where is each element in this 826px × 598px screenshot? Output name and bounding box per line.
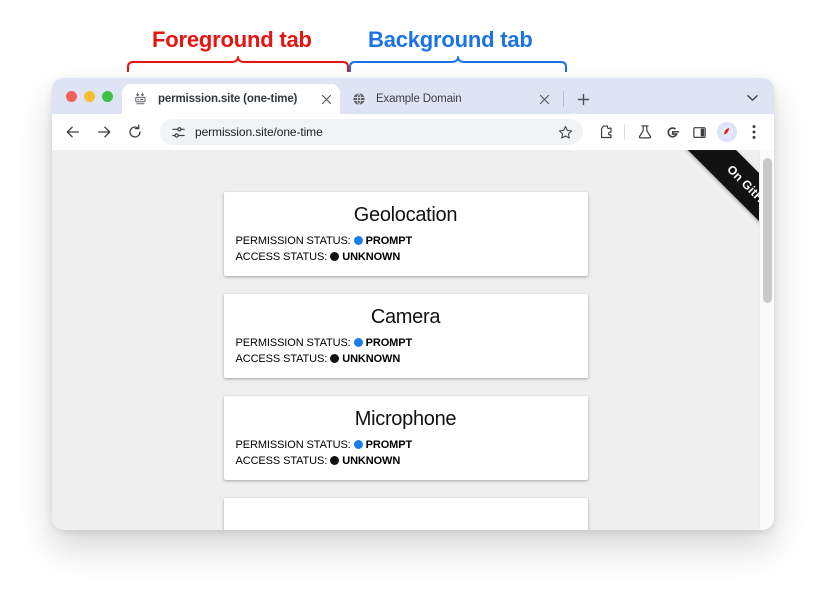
background-tab-brace xyxy=(348,56,568,72)
permission-status-row: PERMISSION STATUS: PROMPT xyxy=(236,337,576,349)
permission-status-row: PERMISSION STATUS: PROMPT xyxy=(236,235,576,247)
permission-status-dot-icon xyxy=(353,236,363,245)
access-status-value: UNKNOWN xyxy=(342,251,401,263)
globe-icon xyxy=(351,91,367,107)
permission-site-favicon-icon xyxy=(133,91,149,107)
bookmark-star-icon[interactable] xyxy=(556,123,574,141)
permission-card-list: Geolocation PERMISSION STATUS: PROMPT ACC… xyxy=(52,150,759,530)
reload-button[interactable] xyxy=(122,119,148,145)
page-scrollbar-thumb[interactable] xyxy=(763,158,772,303)
permission-card-title: Microphone xyxy=(354,408,457,430)
access-status-value: UNKNOWN xyxy=(342,353,401,365)
tab-close-button-example-domain[interactable] xyxy=(536,91,552,107)
access-status-label: ACCESS STATUS: xyxy=(235,251,328,263)
permission-status-label: PERMISSION STATUS: xyxy=(235,337,351,349)
tune-sliders-icon[interactable] xyxy=(170,124,186,140)
access-status-row: ACCESS STATUS: UNKNOWN xyxy=(236,353,576,365)
access-status-dot-icon xyxy=(330,456,340,465)
access-status-label: ACCESS STATUS: xyxy=(235,353,328,365)
access-status-dot-icon xyxy=(330,354,340,363)
page-viewport: Geolocation PERMISSION STATUS: PROMPT ACC… xyxy=(52,150,774,530)
permission-card-partial[interactable] xyxy=(223,498,588,530)
permission-status-label: PERMISSION STATUS: xyxy=(235,235,351,247)
window-traffic-lights xyxy=(60,78,122,114)
close-window-button[interactable] xyxy=(66,90,77,102)
address-bar-url: permission.site/one-time xyxy=(195,125,323,139)
tab-example-domain[interactable]: Example Domain xyxy=(340,84,558,114)
annotation-layer: Foreground tab Background tab xyxy=(0,0,826,80)
permission-status-value: PROMPT xyxy=(365,337,413,349)
permission-card-title: Camera xyxy=(370,306,441,328)
minimize-window-button[interactable] xyxy=(84,90,95,102)
access-status-row: ACCESS STATUS: UNKNOWN xyxy=(236,251,576,263)
forward-button[interactable] xyxy=(91,119,117,145)
permission-status-dot-icon xyxy=(353,440,363,449)
permission-status-value: PROMPT xyxy=(365,235,413,247)
maximize-window-button[interactable] xyxy=(102,90,113,102)
tab-title-example-domain: Example Domain xyxy=(376,93,462,105)
tab-divider xyxy=(563,91,564,107)
page-content: Geolocation PERMISSION STATUS: PROMPT ACC… xyxy=(52,150,759,530)
side-panel-icon[interactable] xyxy=(688,121,710,143)
permission-status-value: PROMPT xyxy=(365,439,413,451)
browser-window: permission.site (one-time) Example Domai… xyxy=(52,78,774,530)
permission-card-title: Geolocation xyxy=(353,204,458,226)
permission-status-label: PERMISSION STATUS: xyxy=(235,439,351,451)
access-status-label: ACCESS STATUS: xyxy=(235,455,328,467)
page-scrollbar[interactable] xyxy=(759,150,774,530)
new-tab-button[interactable] xyxy=(571,87,595,111)
tab-permission-site[interactable]: permission.site (one-time) xyxy=(122,84,340,114)
permission-status-row: PERMISSION STATUS: PROMPT xyxy=(236,439,576,451)
permission-status-dot-icon xyxy=(353,338,363,347)
permission-card[interactable]: Camera PERMISSION STATUS: PROMPT ACCESS S… xyxy=(223,294,588,378)
profile-avatar-icon[interactable] xyxy=(717,122,737,142)
tab-search-button[interactable] xyxy=(740,86,764,110)
toolbar-divider xyxy=(624,124,625,140)
flask-icon[interactable] xyxy=(634,121,656,143)
address-bar[interactable]: permission.site/one-time xyxy=(160,119,583,145)
back-button[interactable] xyxy=(60,119,86,145)
browser-menu-button[interactable] xyxy=(744,121,764,143)
google-g-icon[interactable] xyxy=(661,121,683,143)
browser-toolbar: permission.site/one-time xyxy=(52,114,774,150)
access-status-value: UNKNOWN xyxy=(342,455,401,467)
access-status-dot-icon xyxy=(330,252,340,261)
foreground-tab-brace xyxy=(126,56,350,72)
tab-strip: permission.site (one-time) Example Domai… xyxy=(52,78,774,114)
background-tab-annotation-label: Background tab xyxy=(368,27,533,52)
tab-close-button-permission-site[interactable] xyxy=(318,91,334,107)
permission-card[interactable]: Microphone PERMISSION STATUS: PROMPT ACCE… xyxy=(223,396,588,480)
foreground-tab-annotation-label: Foreground tab xyxy=(152,27,312,52)
permission-card[interactable]: Geolocation PERMISSION STATUS: PROMPT ACC… xyxy=(223,192,588,276)
access-status-row: ACCESS STATUS: UNKNOWN xyxy=(236,455,576,467)
extensions-puzzle-icon[interactable] xyxy=(595,121,617,143)
tab-title-permission-site: permission.site (one-time) xyxy=(158,93,298,105)
